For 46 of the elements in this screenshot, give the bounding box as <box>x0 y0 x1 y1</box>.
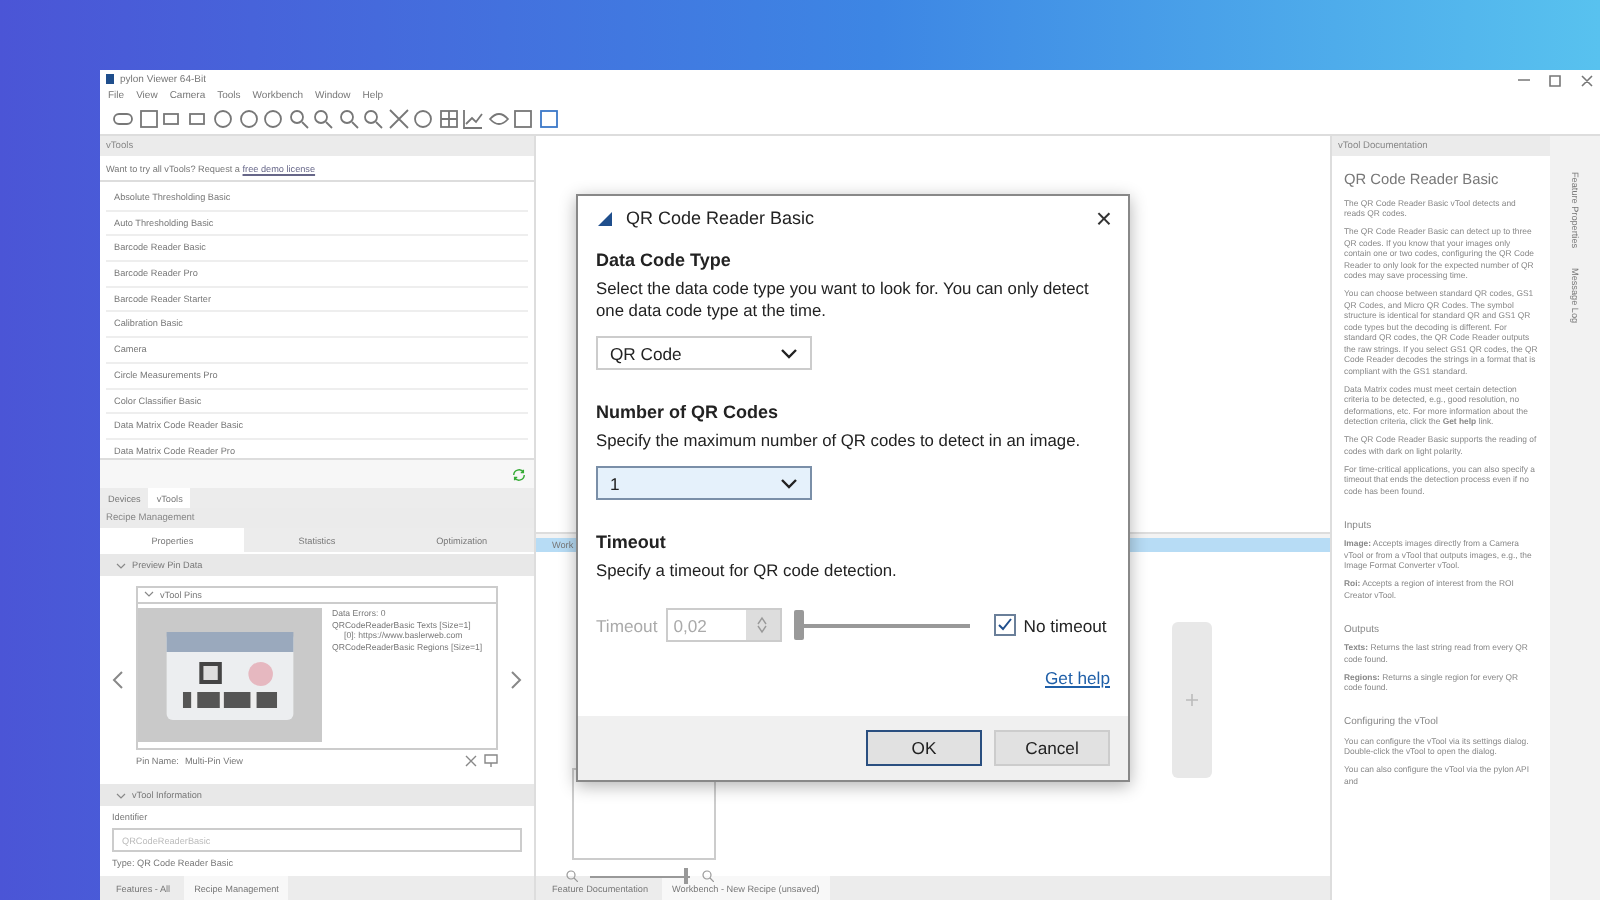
close-button[interactable]: × <box>1095 204 1112 232</box>
zoom-out-icon[interactable] <box>566 870 578 882</box>
ok-button[interactable]: OK <box>866 730 982 766</box>
chevron-down-icon <box>780 477 798 489</box>
code-count-dropdown[interactable]: 1 <box>596 466 812 500</box>
section-heading: Timeout <box>596 532 668 552</box>
timeout-slider[interactable] <box>793 608 970 642</box>
chevron-down-icon <box>780 347 798 359</box>
toolbar-magnifier-icon[interactable] <box>362 108 384 130</box>
code-type-dropdown[interactable]: QR Code <box>596 336 812 370</box>
app-logo-icon <box>596 209 614 227</box>
get-help-link[interactable]: Get help <box>1045 668 1110 688</box>
toolbar-circle-icon[interactable] <box>212 108 234 130</box>
toolbar-circle-icon[interactable] <box>262 108 284 130</box>
slider-thumb[interactable] <box>793 610 804 640</box>
refresh-icon[interactable] <box>512 467 526 481</box>
section-heading: Number of QR Codes <box>596 402 781 422</box>
section-heading: Data Code Type <box>596 250 733 270</box>
chevron-down-icon <box>144 590 154 599</box>
spin-arrows-icon <box>756 616 769 634</box>
plus-icon <box>1186 694 1198 706</box>
chevron-down-icon <box>116 791 126 799</box>
window-controls-icon[interactable] <box>1514 71 1594 87</box>
chevron-down-icon <box>116 561 126 569</box>
section-description: Specify the maximum number of QR codes to detect in an image. <box>596 430 1083 452</box>
toolbar-eye-icon[interactable] <box>487 108 509 130</box>
cancel-button[interactable]: Cancel <box>994 730 1110 766</box>
toolbar-chart-icon[interactable] <box>462 108 484 130</box>
toolbar-layout-icon[interactable] <box>537 108 559 130</box>
timeout-label: Timeout <box>596 615 658 635</box>
app-logo-icon <box>106 74 114 84</box>
zoom-slider[interactable] <box>590 868 690 884</box>
dialog-title: QR Code Reader Basic <box>626 208 815 228</box>
checkbox-label: No timeout <box>1023 615 1107 635</box>
monitor-icon[interactable] <box>484 754 498 769</box>
checkbox[interactable] <box>993 614 1016 636</box>
toolbar-magnifier-icon[interactable] <box>337 108 359 130</box>
toolbar-toggle-icon[interactable] <box>112 108 134 130</box>
toolbar-circle-icon[interactable] <box>237 108 259 130</box>
toolbar-magnifier-icon[interactable] <box>312 108 334 130</box>
toolbar-magnifier-icon[interactable] <box>287 108 309 130</box>
zoom-in-icon[interactable] <box>702 870 714 882</box>
toolbar-grid-icon[interactable] <box>437 108 459 130</box>
expand-icon[interactable] <box>464 754 478 769</box>
section-description: Select the data code type you want to look for. You can only detect one data code type at the time. <box>596 278 1091 322</box>
section-description: Specify a timeout for QR code detection. <box>596 560 899 582</box>
